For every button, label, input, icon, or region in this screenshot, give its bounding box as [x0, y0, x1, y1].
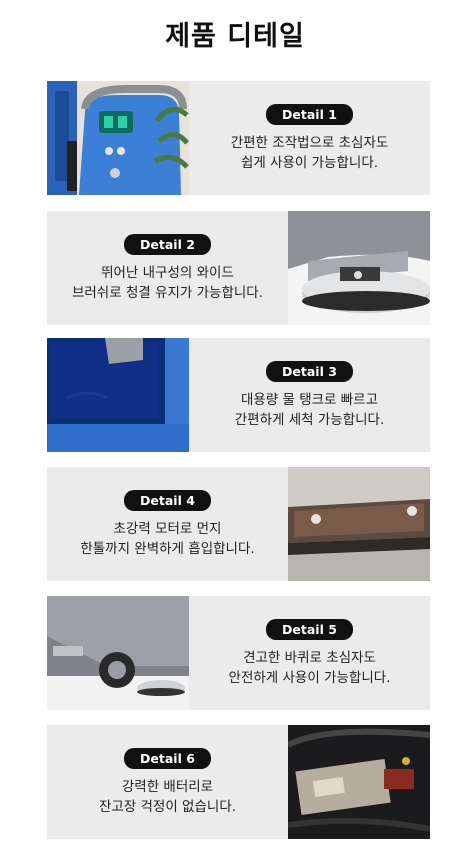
- detail-badge: Detail 3: [266, 360, 353, 382]
- detail-text-5: Detail 5 견고한 바퀴로 초심자도 안전하게 사용이 가능합니다.: [189, 596, 430, 710]
- brush-photo: [288, 211, 430, 325]
- detail-text-3: Detail 3 대용량 물 탱크로 빠르고 간편하게 세척 가능합니다.: [189, 338, 430, 452]
- detail-badge: Detail 2: [124, 233, 211, 255]
- detail-card-6: Detail 6 강력한 배터리로 잔고장 걱정이 없습니다.: [47, 725, 430, 839]
- detail-line: 대용량 물 탱크로 빠르고: [240, 391, 379, 408]
- detail-card-5: Detail 5 견고한 바퀴로 초심자도 안전하게 사용이 가능합니다.: [47, 596, 430, 710]
- detail-badge: Detail 5: [266, 618, 353, 640]
- detail-card-3: Detail 3 대용량 물 탱크로 빠르고 간편하게 세척 가능합니다.: [47, 338, 430, 452]
- detail-line: 잔고장 걱정이 없습니다.: [98, 798, 237, 815]
- detail-line: 간편하게 세척 가능합니다.: [234, 411, 385, 428]
- detail-text-2: Detail 2 뛰어난 내구성의 와이드 브러쉬로 청결 유지가 가능합니다.: [47, 211, 288, 325]
- detail-line: 한톨까지 완벽하게 흡입합니다.: [80, 540, 255, 557]
- detail-badge: Detail 1: [266, 103, 353, 125]
- detail-card-4: Detail 4 초강력 모터로 먼지 한톨까지 완벽하게 흡입합니다.: [47, 467, 430, 581]
- detail-badge: Detail 4: [124, 489, 211, 511]
- detail-line: 쉽게 사용이 가능합니다.: [240, 154, 379, 171]
- detail-card-2: Detail 2 뛰어난 내구성의 와이드 브러쉬로 청결 유지가 가능합니다.: [47, 211, 430, 325]
- detail-line: 안전하게 사용이 가능합니다.: [228, 669, 391, 686]
- wheel-photo: [47, 596, 189, 710]
- water-tank-photo: [47, 338, 189, 452]
- battery-photo: [288, 725, 430, 839]
- motor-photo: [288, 467, 430, 581]
- detail-text-6: Detail 6 강력한 배터리로 잔고장 걱정이 없습니다.: [47, 725, 288, 839]
- detail-line: 브러쉬로 청결 유지가 가능합니다.: [71, 284, 264, 301]
- page-title: 제품 디테일: [165, 21, 305, 52]
- detail-text-4: Detail 4 초강력 모터로 먼지 한톨까지 완벽하게 흡입합니다.: [47, 467, 288, 581]
- detail-text-1: Detail 1 간편한 조작법으로 초심자도 쉽게 사용이 가능합니다.: [189, 81, 430, 195]
- detail-line: 간편한 조작법으로 초심자도: [230, 134, 389, 151]
- detail-line: 강력한 배터리로: [121, 778, 214, 795]
- detail-card-1: Detail 1 간편한 조작법으로 초심자도 쉽게 사용이 가능합니다.: [47, 81, 430, 195]
- detail-line: 초강력 모터로 먼지: [113, 520, 222, 537]
- detail-line: 뛰어난 내구성의 와이드: [101, 264, 234, 281]
- detail-line: 견고한 바퀴로 초심자도: [243, 649, 376, 666]
- detail-badge: Detail 6: [124, 747, 211, 769]
- control-panel-photo: [47, 81, 189, 195]
